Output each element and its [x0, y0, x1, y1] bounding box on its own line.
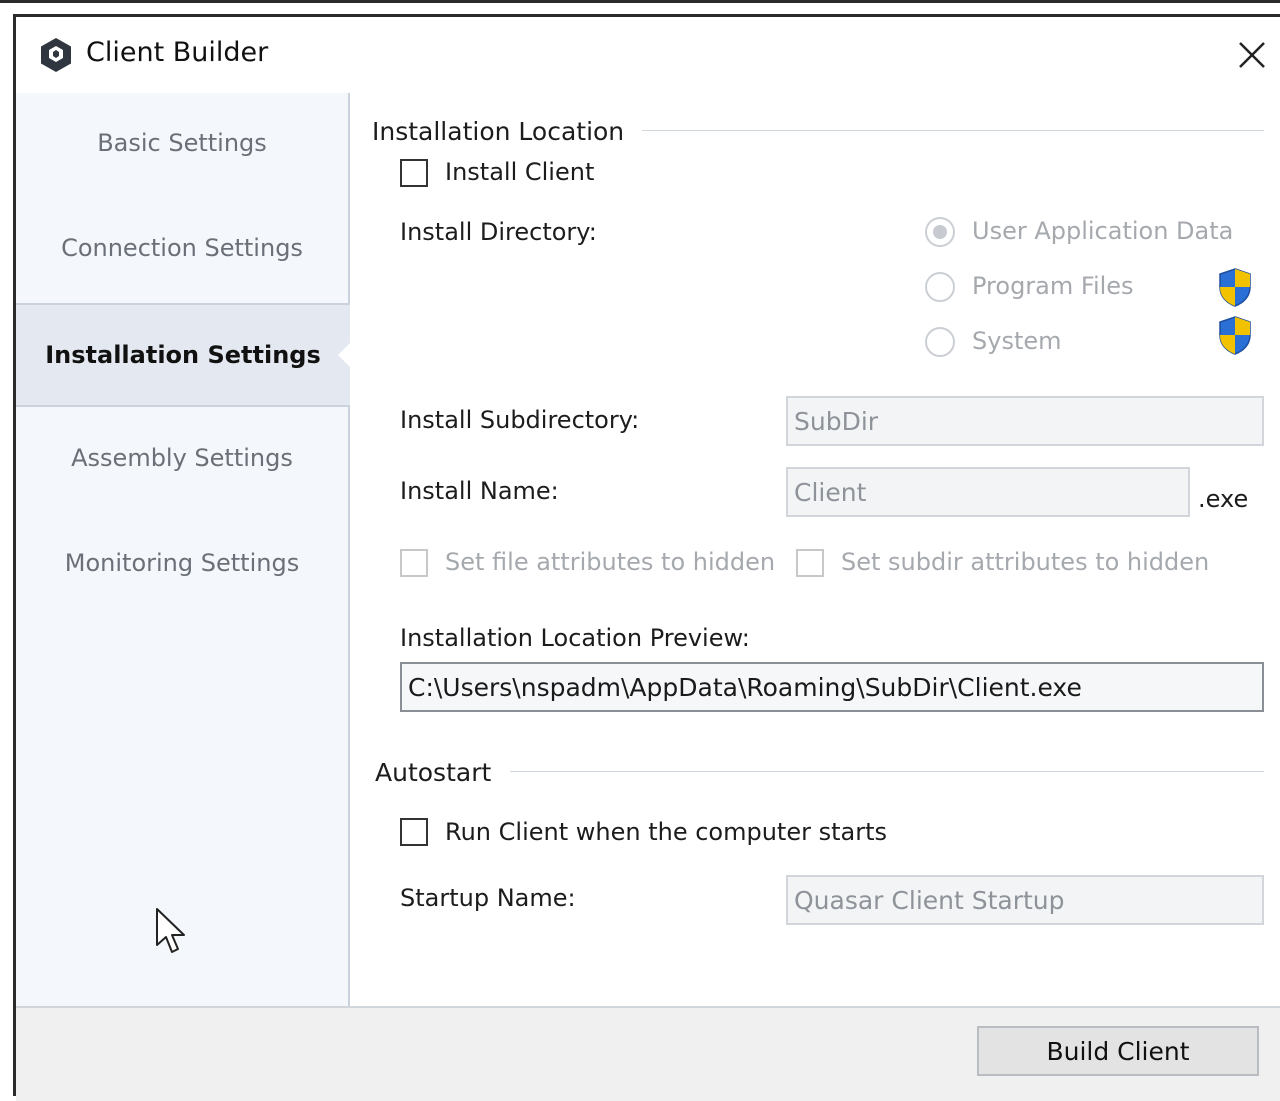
installation-preview-label: Installation Location Preview:: [400, 624, 750, 652]
uac-shield-icon: [1219, 316, 1251, 355]
hide-subdir-attributes-checkbox[interactable]: [796, 549, 824, 577]
sidebar-item-assembly-settings[interactable]: Assembly Settings: [16, 408, 348, 508]
radio-user-application-data[interactable]: [925, 217, 955, 247]
hide-file-attributes-label: Set file attributes to hidden: [445, 548, 776, 576]
group-divider: [510, 771, 1264, 772]
run-on-startup-checkbox[interactable]: [400, 818, 428, 846]
exe-suffix-label: .exe: [1198, 485, 1249, 513]
sidebar-item-label: Assembly Settings: [71, 444, 293, 472]
window-title: Client Builder: [86, 37, 269, 68]
client-builder-window: Client Builder Basic Settings Connection…: [13, 14, 1280, 1101]
sidebar-item-basic-settings[interactable]: Basic Settings: [16, 93, 348, 193]
radio-program-files[interactable]: [925, 272, 955, 302]
sidebar-item-monitoring-settings[interactable]: Monitoring Settings: [16, 513, 348, 613]
radio-label-program-files: Program Files: [972, 272, 1134, 300]
hide-file-attributes-checkbox[interactable]: [400, 549, 428, 577]
radio-label-user-application-data: User Application Data: [972, 217, 1234, 245]
close-icon[interactable]: [1232, 35, 1272, 75]
hexagon-app-icon: [41, 38, 71, 72]
sidebar-item-label: Basic Settings: [97, 129, 267, 157]
title-bar: Client Builder: [16, 17, 1280, 93]
install-name-input[interactable]: [786, 467, 1190, 517]
sidebar-item-label: Installation Settings: [45, 341, 321, 369]
installation-location-group-title: Installation Location: [372, 117, 625, 146]
sidebar-item-installation-settings[interactable]: Installation Settings: [16, 303, 352, 407]
build-client-button[interactable]: Build Client: [977, 1026, 1259, 1076]
screen-top-border: [0, 0, 1280, 3]
startup-name-input[interactable]: [786, 875, 1264, 925]
hide-subdir-attributes-label: Set subdir attributes to hidden: [841, 548, 1210, 576]
sidebar-item-label: Monitoring Settings: [64, 549, 300, 577]
settings-sidebar: Basic Settings Connection Settings Insta…: [16, 93, 352, 1006]
sidebar-item-label: Connection Settings: [61, 234, 303, 262]
installation-preview-field[interactable]: [400, 662, 1264, 712]
install-client-checkbox[interactable]: [400, 159, 428, 187]
radio-system[interactable]: [925, 327, 955, 357]
install-subdirectory-label: Install Subdirectory:: [400, 406, 640, 434]
sidebar-item-connection-settings[interactable]: Connection Settings: [16, 198, 348, 298]
dialog-footer: Build Client: [16, 1006, 1280, 1101]
startup-name-label: Startup Name:: [400, 884, 576, 912]
autostart-group-title: Autostart: [375, 758, 492, 787]
group-divider: [642, 130, 1264, 131]
install-directory-label: Install Directory:: [400, 218, 597, 246]
install-name-label: Install Name:: [400, 477, 559, 505]
uac-shield-icon: [1219, 268, 1251, 307]
run-on-startup-label: Run Client when the computer starts: [445, 818, 887, 846]
install-subdirectory-input[interactable]: [786, 396, 1264, 446]
radio-label-system: System: [972, 327, 1062, 355]
installation-settings-panel: Installation Location Install Client Ins…: [350, 93, 1280, 1006]
install-client-label: Install Client: [445, 158, 595, 186]
mouse-pointer-icon: [156, 908, 185, 953]
